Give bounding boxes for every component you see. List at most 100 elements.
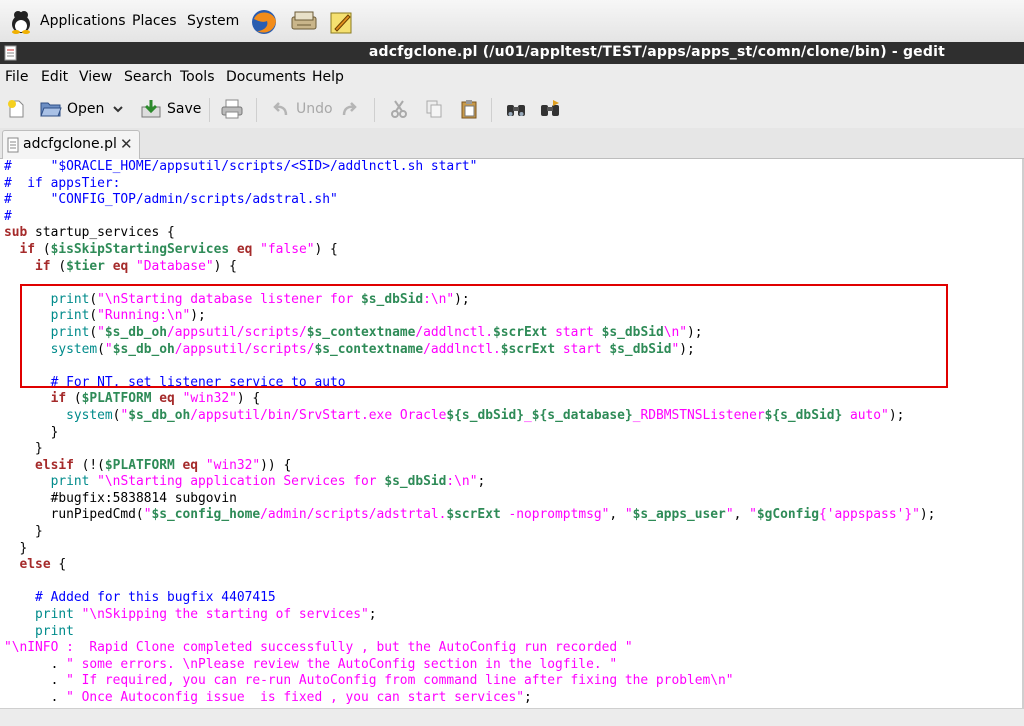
code-token: :\n" [423, 291, 455, 307]
new-document-icon [8, 100, 24, 118]
code-line: # [4, 209, 935, 226]
code-line: "\nINFO : Rapid Clone completed successf… [4, 640, 935, 657]
binoculars-icon [507, 105, 525, 116]
undo-button[interactable]: Undo [270, 98, 333, 120]
code-token: # if appsTier: [4, 175, 121, 191]
toolbar-separator [374, 98, 375, 122]
code-token: ) { [236, 391, 261, 407]
network-icon[interactable] [289, 7, 319, 37]
menu-tools[interactable]: Tools [180, 69, 215, 85]
toolbar-separator [256, 98, 257, 122]
code-editor[interactable]: # "$ORACLE_HOME/appsutil/scripts/<SID>/a… [0, 159, 1024, 708]
code-token: :\n" [446, 474, 478, 490]
code-token: $s_dbSid [601, 324, 664, 340]
code-token: $s_contextname [314, 341, 424, 357]
code-token: } [4, 424, 59, 440]
code-token: ) { [213, 258, 237, 274]
print-button[interactable] [220, 98, 244, 120]
code-token: ( [50, 258, 67, 274]
menu-help[interactable]: Help [312, 69, 344, 85]
code-token: $s_dbSid [361, 291, 424, 307]
paste-icon [461, 100, 477, 119]
code-token: ${s_dbSid} [764, 407, 843, 423]
redo-button[interactable] [340, 98, 360, 120]
menu-documents[interactable]: Documents [226, 69, 306, 85]
code-token: print [50, 324, 90, 340]
code-token: eq [159, 391, 175, 407]
code-token: if [50, 391, 67, 407]
panel-menu-places[interactable]: Places [132, 13, 177, 29]
notes-icon[interactable] [326, 7, 356, 37]
cut-button[interactable] [389, 98, 409, 120]
code-line: # if appsTier: [4, 176, 935, 193]
code-token: $s_apps_user [632, 507, 726, 523]
window-titlebar[interactable]: adcfgclone.pl (/u01/appltest/TEST/apps/a… [0, 42, 1024, 64]
code-token: "false" [260, 241, 315, 257]
code-line: if ($isSkipStartingServices eq "false") … [4, 242, 935, 259]
top-panel: Applications Places System [0, 0, 1024, 43]
panel-menu-applications[interactable]: Applications [40, 13, 126, 29]
close-tab-icon[interactable]: ✕ [120, 135, 133, 153]
status-bar [0, 708, 1024, 726]
code-token: ${s_database} [531, 407, 633, 423]
code-token: , [733, 507, 750, 523]
code-token: " [725, 507, 734, 523]
code-token: ) { [314, 241, 338, 257]
open-label: Open [67, 101, 105, 117]
undo-icon [273, 102, 288, 116]
code-token: $s_dbSid [384, 474, 447, 490]
copy-icon [426, 100, 442, 118]
code-token: } [4, 540, 28, 556]
code-token: $scrExt [500, 341, 556, 357]
copy-button[interactable] [424, 98, 444, 120]
code-token: . [4, 673, 67, 689]
save-icon [141, 100, 161, 118]
code-token: $scrExt [446, 507, 501, 523]
paste-button[interactable] [459, 98, 479, 120]
code-token: $PLATFORM [104, 457, 175, 473]
code-token: # "CONFIG_TOP/admin/scripts/adstral.sh" [4, 192, 338, 208]
code-token: ); [687, 324, 703, 340]
menu-search[interactable]: Search [124, 69, 172, 85]
find-replace-button[interactable] [539, 98, 561, 120]
code-line: # "CONFIG_TOP/admin/scripts/adstral.sh" [4, 192, 935, 209]
open-button[interactable]: Open [40, 98, 104, 120]
code-line: print("\nStarting database listener for … [4, 292, 935, 309]
gnome-foot-icon[interactable] [7, 7, 35, 35]
code-token: else [19, 557, 51, 573]
code-token: "\nINFO : Rapid Clone completed successf… [4, 640, 633, 656]
save-button[interactable]: Save [140, 98, 201, 120]
code-line: system("$s_db_oh/appsutil/scripts/$s_con… [4, 342, 935, 359]
code-token: ${s_dbSid} [446, 407, 525, 423]
find-button[interactable] [505, 98, 527, 120]
menu-file[interactable]: File [5, 69, 28, 85]
code-token: " Once Autoconfig issue is fixed , you c… [66, 690, 524, 705]
code-line: print "\nStarting application Services f… [4, 474, 935, 491]
code-token: /admin/scripts/adstrtal. [260, 507, 447, 523]
panel-menu-system[interactable]: System [187, 13, 239, 29]
firefox-icon[interactable] [249, 7, 279, 37]
code-token: #bugfix:5838814 subgovin [50, 490, 237, 506]
code-token: \n" [663, 324, 688, 340]
code-line: . " Once Autoconfig issue is fixed , you… [4, 690, 935, 707]
new-button[interactable] [6, 98, 26, 120]
code-token: eq [112, 258, 129, 274]
code-token: "Database" [135, 258, 214, 274]
code-token: " [749, 507, 757, 523]
menu-view[interactable]: View [79, 69, 112, 85]
open-recent-dropdown[interactable] [112, 98, 124, 120]
code-token: $PLATFORM [81, 391, 152, 407]
print-icon [221, 99, 243, 119]
code-token: . [4, 656, 67, 672]
code-token: ( [35, 241, 51, 257]
code-token: " [624, 507, 633, 523]
tab-adcfgclone[interactable]: adcfgclone.pl ✕ [2, 130, 140, 159]
menu-edit[interactable]: Edit [41, 69, 68, 85]
